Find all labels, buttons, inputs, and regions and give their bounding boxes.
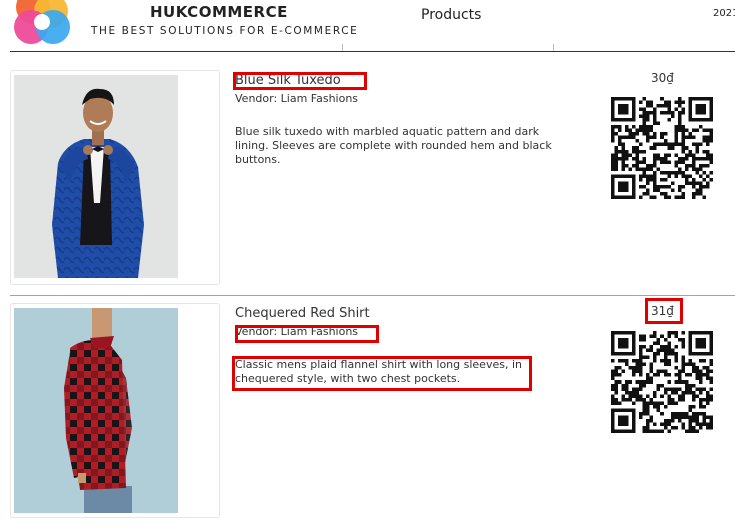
brand-name: HUKCOMMERCE bbox=[150, 3, 288, 21]
qr-code-icon bbox=[611, 97, 713, 199]
brand-tagline: THE BEST SOLUTIONS FOR E-COMMERCE bbox=[91, 25, 359, 37]
product-price: 30₫ bbox=[651, 71, 674, 85]
header-tick bbox=[553, 44, 554, 51]
plaid-shirt-model-photo[interactable] bbox=[14, 308, 178, 513]
product-photo-frame bbox=[10, 70, 220, 285]
product-description: Blue silk tuxedo with marbled aquatic pa… bbox=[235, 125, 552, 166]
product-name[interactable]: Blue Silk Tuxedo bbox=[235, 73, 341, 88]
tuxedo-model-photo[interactable] bbox=[14, 75, 178, 278]
product-divider bbox=[10, 295, 735, 296]
brand-logo-icon bbox=[14, 0, 72, 44]
product-photo-frame bbox=[10, 303, 220, 518]
qr-code-icon bbox=[611, 331, 713, 433]
page-title: Products bbox=[421, 7, 482, 23]
product-vendor: Vendor: Liam Fashions bbox=[235, 92, 359, 105]
product-name[interactable]: Chequered Red Shirt bbox=[235, 306, 370, 321]
header-tick bbox=[342, 44, 343, 51]
header-year: 2021 bbox=[713, 8, 735, 19]
product-vendor: Vendor: Liam Fashions bbox=[235, 325, 359, 338]
product-price: 31₫ bbox=[651, 304, 674, 318]
product-description: Classic mens plaid flannel shirt with lo… bbox=[235, 358, 522, 385]
header-divider bbox=[10, 51, 735, 52]
